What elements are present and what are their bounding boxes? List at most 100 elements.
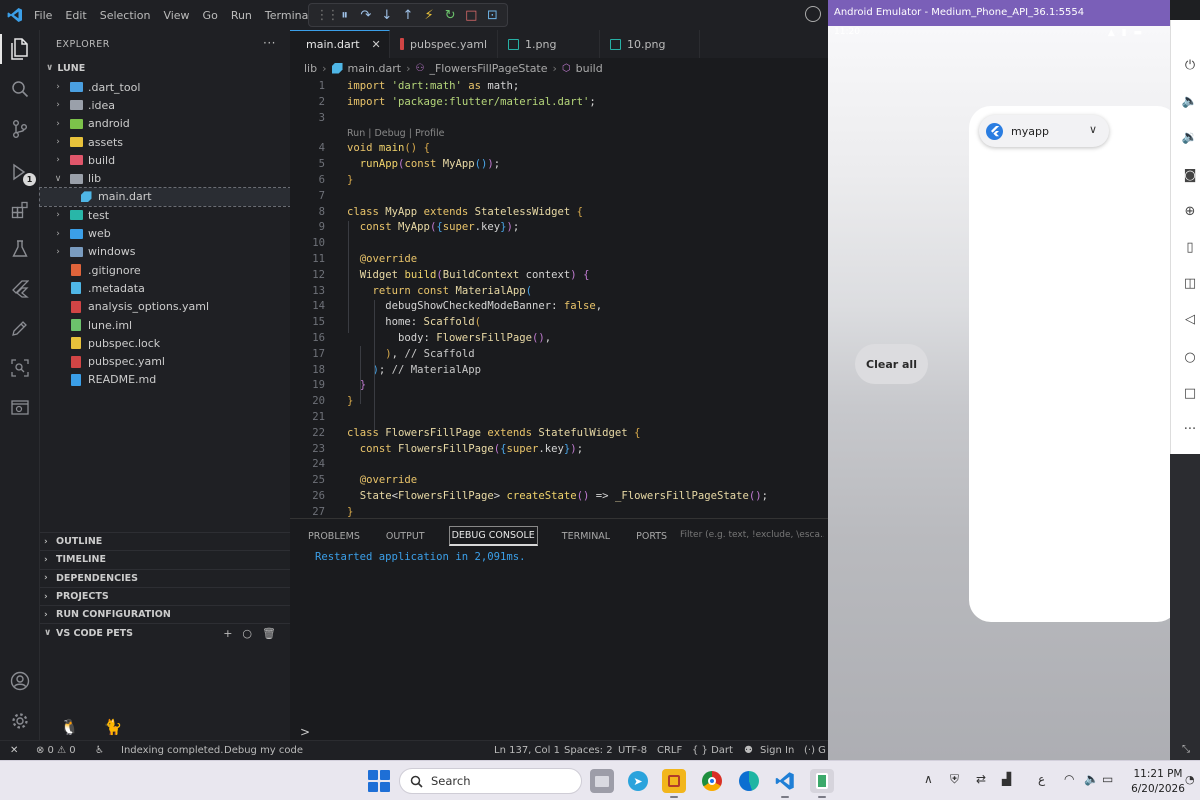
file-explorer-icon[interactable] xyxy=(590,769,614,793)
search-icon[interactable] xyxy=(8,77,32,101)
drag-handle-icon[interactable]: ⋮⋮ xyxy=(316,8,340,23)
zoom-icon[interactable]: ⊕ xyxy=(1181,202,1199,220)
tree-folder[interactable]: › test xyxy=(40,206,290,224)
show-hidden-icons[interactable]: ∧ xyxy=(924,772,933,786)
copilot-icon[interactable] xyxy=(805,6,821,22)
tree-file[interactable]: .metadata xyxy=(40,279,290,297)
breadcrumb-item[interactable]: _FlowersFillPageState xyxy=(429,62,547,75)
tree-file[interactable]: analysis_options.yaml xyxy=(40,298,290,316)
editor-tab[interactable]: 1.png xyxy=(498,30,600,58)
preview-icon[interactable] xyxy=(8,396,32,420)
menu-item-go[interactable]: Go xyxy=(203,9,218,22)
tree-folder[interactable]: › web xyxy=(40,224,290,242)
step-over-icon[interactable]: ↷ xyxy=(358,8,374,23)
code-lens-actions[interactable]: Run | Debug | Profile xyxy=(347,128,444,139)
recent-app-header[interactable]: myapp ∨ xyxy=(979,115,1109,147)
wifi-icon[interactable]: ◠ xyxy=(1064,772,1074,786)
tree-folder[interactable]: › .idea xyxy=(40,96,290,114)
shield-icon[interactable]: ⛨ xyxy=(950,772,959,787)
rotate-left-icon[interactable]: ▯ xyxy=(1181,238,1199,256)
power-icon[interactable]: ⏻ xyxy=(1181,56,1199,74)
vscode-taskbar-icon[interactable] xyxy=(773,769,797,798)
sign-in[interactable]: Sign In xyxy=(760,745,794,756)
pen-icon[interactable] xyxy=(8,316,32,340)
telegram-icon[interactable]: ➤ xyxy=(626,769,650,793)
taskbar-search[interactable]: Search xyxy=(399,768,582,794)
language-mode[interactable]: { } Dart xyxy=(692,745,733,756)
remote-explorer-icon[interactable] xyxy=(8,356,32,380)
volume-up-icon[interactable]: 🔈 xyxy=(1181,92,1199,110)
step-out-icon[interactable]: ↑ xyxy=(400,8,416,23)
throw-ball-icon[interactable]: ○ xyxy=(242,627,252,640)
home-icon[interactable]: ○ xyxy=(1181,348,1199,366)
breadcrumb-item[interactable]: main.dart xyxy=(348,62,402,75)
file-encoding[interactable]: UTF-8 xyxy=(618,745,647,756)
cursor-position[interactable]: Ln 137, Col 1 xyxy=(494,745,560,756)
editor-tab[interactable]: pubspec.yaml xyxy=(390,30,498,58)
section-outline[interactable]: › OUTLINE xyxy=(40,532,290,550)
pet-cat-icon[interactable]: 🐈 xyxy=(103,718,122,736)
menu-item-edit[interactable]: Edit xyxy=(65,9,86,22)
windows-start-icon[interactable] xyxy=(368,770,390,792)
editor-tab[interactable]: main.dart ✕ xyxy=(290,30,390,58)
resize-corner-icon[interactable]: ⤡ xyxy=(1182,744,1190,755)
pet-penguin-icon[interactable]: 🐧 xyxy=(60,718,79,736)
volume-down-icon[interactable]: 🔉 xyxy=(1181,128,1199,146)
menu-item-terminal[interactable]: Terminal xyxy=(265,9,312,22)
rotate-right-icon[interactable]: ◫ xyxy=(1181,274,1199,292)
control-icon[interactable]: ⇄ xyxy=(976,772,986,786)
tree-folder[interactable]: › android xyxy=(40,115,290,133)
section-run-configuration[interactable]: › RUN CONFIGURATION xyxy=(40,605,290,623)
keyboard-language[interactable]: ع xyxy=(1038,772,1045,786)
stop-icon[interactable]: □ xyxy=(463,8,479,23)
account-icon[interactable] xyxy=(8,669,32,693)
sticky-notes-icon[interactable] xyxy=(662,769,686,798)
menu-item-run[interactable]: Run xyxy=(231,9,252,22)
tree-folder[interactable]: › assets xyxy=(40,133,290,151)
debug-person-icon[interactable]: ♿ xyxy=(95,745,104,756)
tree-file[interactable]: README.md xyxy=(40,371,290,389)
debug-config-status[interactable]: Debug my code xyxy=(224,745,303,756)
indentation[interactable]: Spaces: 2 xyxy=(564,745,613,756)
emulator-screen[interactable]: 11:20 ▲ ▮ ▬ myapp ∨ Clear all xyxy=(828,26,1170,760)
android-emulator-taskbar-icon[interactable] xyxy=(810,769,834,798)
source-control-icon[interactable] xyxy=(8,117,32,141)
overview-icon[interactable]: □ xyxy=(1181,384,1199,402)
breadcrumb-item[interactable]: build xyxy=(576,62,603,75)
panel-tab-ports[interactable]: PORTS xyxy=(634,528,669,545)
tree-folder[interactable]: › build xyxy=(40,151,290,169)
tree-folder[interactable]: ∨ lib xyxy=(40,169,290,187)
more-actions-icon[interactable]: ··· xyxy=(263,36,276,50)
flutter-icon[interactable] xyxy=(8,277,32,301)
menu-item-selection[interactable]: Selection xyxy=(100,9,151,22)
end-of-line[interactable]: CRLF xyxy=(657,745,682,756)
testing-icon[interactable] xyxy=(8,237,32,261)
tree-folder[interactable]: › .dart_tool xyxy=(40,78,290,96)
step-into-icon[interactable]: ↓ xyxy=(379,8,395,23)
back-icon[interactable]: ◁ xyxy=(1181,310,1199,328)
go-live[interactable]: (·) G xyxy=(804,745,826,756)
editor-tab[interactable]: 10.png xyxy=(600,30,700,58)
tree-file[interactable]: pubspec.lock xyxy=(40,334,290,352)
code-editor[interactable]: 1 import 'dart:math' as math; 2 import 'pac… xyxy=(290,78,830,518)
panel-tab-output[interactable]: OUTPUT xyxy=(384,528,427,545)
chevron-down-icon[interactable]: ∨ xyxy=(1089,123,1097,136)
chrome-icon[interactable] xyxy=(700,769,724,793)
system-clock[interactable]: 11:21 PM 6/20/2026 xyxy=(1128,767,1188,797)
section-dependencies[interactable]: › DEPENDENCIES xyxy=(40,568,290,587)
section-timeline[interactable]: › TIMELINE xyxy=(40,550,290,568)
camera-icon[interactable]: ◙ xyxy=(1181,166,1199,184)
tree-file[interactable]: main.dart xyxy=(39,186,291,208)
add-pet-icon[interactable]: + xyxy=(223,627,232,640)
notifications-icon[interactable]: ◔ xyxy=(1185,773,1195,786)
pause-icon[interactable]: ⏸ xyxy=(337,8,353,23)
volume-icon[interactable]: 🔈 xyxy=(1084,772,1099,786)
more-icon[interactable]: ··· xyxy=(1181,420,1199,438)
run-debug-icon[interactable]: 1 xyxy=(8,160,36,186)
network-bars-icon[interactable]: ▟ xyxy=(1002,772,1011,786)
workspace-root[interactable]: ∨ LUNE xyxy=(40,58,290,78)
hot-reload-icon[interactable]: ⚡ xyxy=(421,8,437,23)
extensions-icon[interactable] xyxy=(8,198,32,222)
breadcrumb-item[interactable]: lib xyxy=(304,62,317,75)
menu-item-view[interactable]: View xyxy=(163,9,189,22)
